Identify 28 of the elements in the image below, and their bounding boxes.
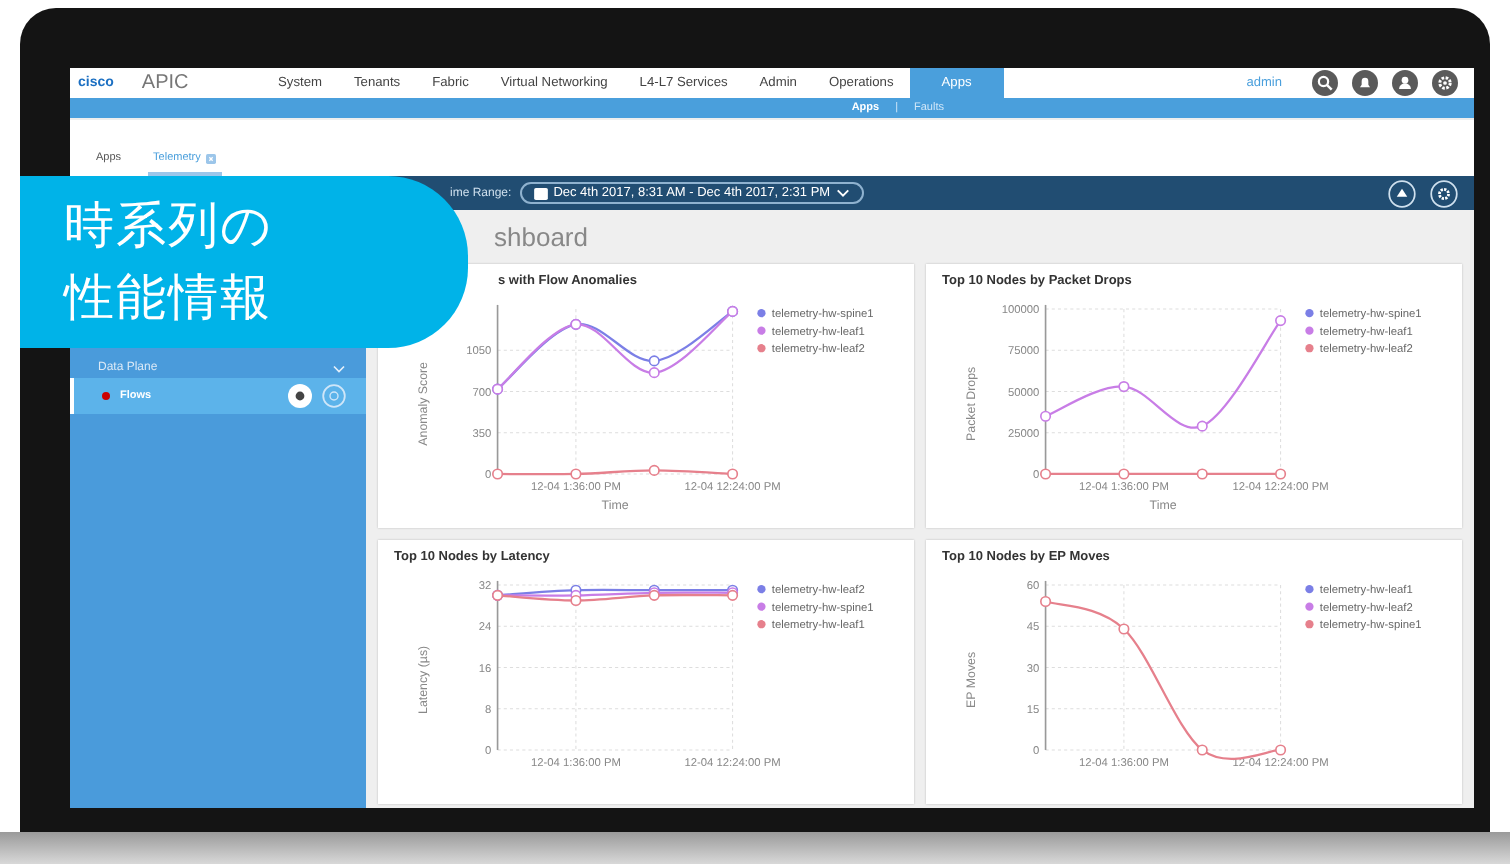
- point: [648, 464, 660, 477]
- product-name: APIC: [141, 72, 189, 94]
- point: [1275, 468, 1287, 480]
- settings-icon[interactable]: [1432, 70, 1458, 96]
- point: [492, 468, 504, 480]
- point: [570, 468, 582, 480]
- caret-icon: [836, 188, 851, 198]
- toggle-icon[interactable]: [322, 384, 346, 408]
- eject-icon[interactable]: [1388, 179, 1416, 207]
- point: [1196, 468, 1208, 480]
- point: [1040, 468, 1052, 480]
- eye-icon[interactable]: [288, 384, 312, 408]
- calendar-icon: [533, 187, 548, 199]
- point: [648, 367, 660, 379]
- search-icon[interactable]: [1312, 70, 1338, 96]
- point: [727, 468, 739, 480]
- settings-icon[interactable]: [1430, 179, 1458, 207]
- user-icon[interactable]: [1392, 70, 1418, 96]
- point: [1118, 468, 1130, 480]
- page-heading: shboard: [492, 220, 590, 256]
- point: [648, 355, 660, 367]
- point: [1040, 410, 1052, 422]
- point: [1118, 380, 1130, 393]
- point: [1196, 420, 1208, 432]
- bell-icon[interactable]: [1352, 70, 1378, 96]
- caption-text: 性能情報: [64, 266, 272, 330]
- caption-text: 時系列の: [64, 194, 274, 258]
- point: [1275, 315, 1287, 327]
